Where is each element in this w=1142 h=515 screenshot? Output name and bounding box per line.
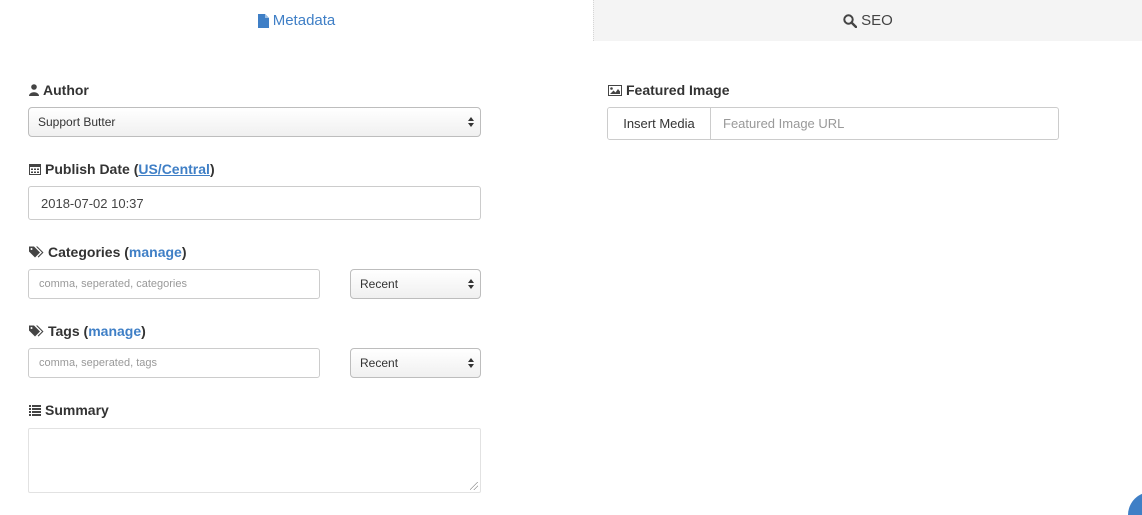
tags-label: Tags (manage) — [29, 323, 146, 339]
tags-filter-select[interactable]: Recent — [350, 348, 481, 378]
insert-media-button[interactable]: Insert Media — [608, 108, 711, 139]
timezone-link[interactable]: US/Central — [138, 161, 210, 177]
author-select-value: Support Butter — [38, 115, 116, 129]
search-icon — [843, 13, 858, 28]
tab-metadata[interactable]: Metadata — [0, 0, 593, 41]
tab-seo[interactable]: SEO — [593, 0, 1142, 41]
tags-icon — [29, 325, 44, 337]
image-icon — [608, 84, 622, 96]
tags-icon — [29, 246, 44, 258]
author-label: Author — [29, 82, 89, 98]
categories-label: Categories (manage) — [29, 244, 187, 260]
summary-textarea[interactable] — [28, 428, 481, 493]
categories-manage-link[interactable]: manage — [129, 244, 182, 260]
featured-image-url-input[interactable]: Featured Image URL — [711, 108, 1058, 139]
calendar-icon — [29, 163, 41, 175]
author-select[interactable]: Support Butter — [28, 107, 481, 137]
summary-label: Summary — [29, 402, 109, 418]
tags-input[interactable]: comma, seperated, tags — [28, 348, 320, 378]
tab-bar: Metadata SEO — [0, 0, 1142, 41]
select-arrows-icon — [468, 358, 474, 368]
categories-filter-select[interactable]: Recent — [350, 269, 481, 299]
list-icon — [29, 404, 41, 416]
floating-help-button[interactable] — [1128, 492, 1142, 515]
categories-input[interactable]: comma, seperated, categories — [28, 269, 320, 299]
publish-date-input[interactable]: 2018-07-02 10:37 — [28, 186, 481, 220]
file-icon — [257, 13, 269, 28]
user-icon — [29, 84, 39, 96]
select-arrows-icon — [468, 117, 474, 127]
tab-seo-label: SEO — [861, 12, 893, 29]
resize-handle-icon[interactable] — [470, 482, 478, 490]
select-arrows-icon — [468, 279, 474, 289]
tab-metadata-label: Metadata — [272, 12, 336, 29]
publish-date-label: Publish Date (US/Central) — [29, 161, 215, 177]
featured-image-input-group: Insert Media Featured Image URL — [607, 107, 1059, 140]
tags-manage-link[interactable]: manage — [88, 323, 141, 339]
featured-image-label: Featured Image — [608, 82, 729, 98]
